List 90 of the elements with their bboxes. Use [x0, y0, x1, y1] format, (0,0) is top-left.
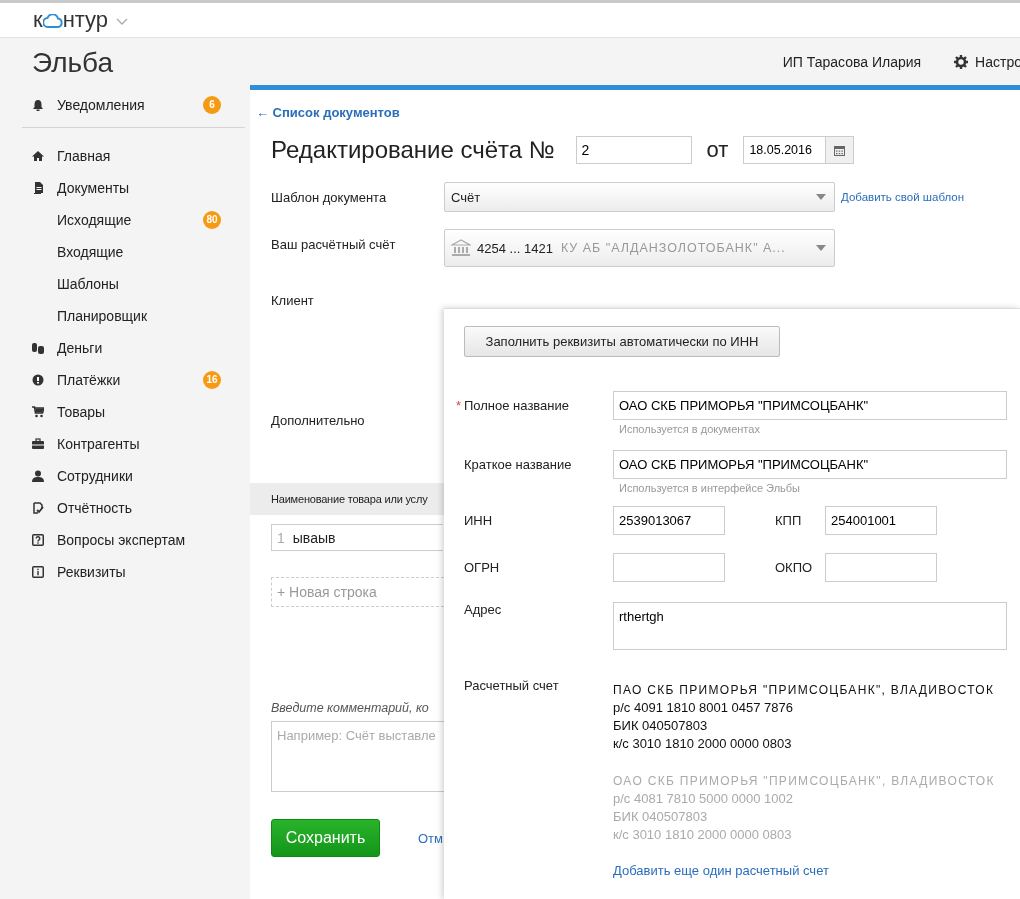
user-link[interactable]: ИП Тарасова Илария [782, 53, 922, 70]
account-detail: к/с 3010 1810 2000 0000 0803 [613, 826, 793, 844]
app-title: Эльба [32, 46, 115, 79]
autofill-button[interactable]: Заполнить реквизиты автоматически по ИНН [464, 326, 780, 357]
chevron-down-icon [116, 17, 129, 26]
nav-item[interactable]: Деньги [22, 332, 245, 364]
text-field[interactable]: 2539013067 [613, 506, 725, 535]
page-heading: Редактирование счёта № [271, 136, 555, 164]
bank-name: ПАО СКБ ПРИМОРЬЯ "ПРИМСОЦБАНК", ВЛАДИВОСТОК [613, 682, 996, 699]
nav-item[interactable]: Главная [22, 140, 245, 172]
bank-account[interactable]: ПАО СКБ ПРИМОРЬЯ "ПРИМСОЦБАНК", ВЛАДИВОСТОК р/с 4091 1810 8001 0457 7876 БИК 040507803 к/с 3010 1810 2000 0000 0803 [613, 681, 1018, 753]
cancel-link[interactable]: Отм [418, 830, 443, 846]
cart-icon [32, 406, 44, 418]
form-label: Шаблон документа [271, 189, 388, 205]
account-number: 4254 ... 1421 [477, 240, 553, 256]
text-field[interactable]: ОАО СКБ ПРИМОРЬЯ "ПРИМСОЦБАНК" [613, 391, 1007, 420]
calendar-icon [834, 144, 846, 156]
text-field[interactable] [613, 553, 725, 582]
date-label: от [706, 137, 729, 163]
account-detail: к/с 3010 1810 2000 0000 0803 [613, 735, 793, 753]
briefcase-icon [32, 438, 44, 450]
account-detail: БИК 040507803 [613, 808, 709, 826]
field-label: ИНН [464, 513, 494, 528]
text-field[interactable]: ОАО СКБ ПРИМОРЬЯ "ПРИМСОЦБАНК" [613, 450, 1007, 479]
template-select[interactable]: Счёт [444, 182, 835, 212]
nav-item[interactable]: Шаблоны [22, 268, 245, 300]
add-template-link[interactable]: Добавить свой шаблон [841, 191, 965, 203]
nav-item[interactable]: Отчётность [22, 492, 245, 524]
exclamation-circle-icon [32, 374, 44, 386]
caret-icon [816, 194, 826, 200]
field-label: Адрес [464, 602, 503, 619]
count-badge: 6 [203, 96, 221, 114]
column-header: Наименование товара или услу [271, 493, 428, 505]
account-select[interactable]: 4254 ... 1421 КУ АБ "АЛДАНЗОЛОТОБАНК" А... [444, 229, 835, 267]
nav-item[interactable]: Входящие [22, 236, 245, 268]
checked-document-icon [32, 502, 44, 514]
address-field[interactable]: rthertgh [613, 602, 1007, 650]
person-icon [32, 470, 44, 482]
field-label: Краткое название [464, 457, 572, 472]
nav-item[interactable]: Документы [22, 172, 245, 204]
text-field[interactable]: 254001001 [825, 506, 937, 535]
logo-text: к [33, 8, 43, 32]
field-label: Расчетный счет [464, 678, 560, 695]
row-number: 1 [277, 529, 285, 546]
add-account-link[interactable]: Добавить еще один расчетный счет [613, 863, 1018, 878]
nav-item[interactable]: Платёжки 16 [22, 364, 245, 396]
number-field[interactable]: 2 [575, 136, 692, 164]
account-detail: р/с 4091 1810 8001 0457 7876 [613, 699, 794, 717]
nav-item[interactable]: Уведомления 6 [22, 89, 245, 121]
field-hint: Используется в интерфейсе Эльбы [619, 482, 802, 494]
date-field[interactable]: 18.05.2016 [743, 136, 826, 164]
comment-label: Введите комментарий, ко [271, 701, 429, 715]
item-row-field[interactable]: 1 ываыв [271, 524, 443, 551]
count-badge: 16 [203, 371, 221, 389]
count-badge: 80 [203, 211, 221, 229]
bank-icon [451, 239, 471, 257]
account-detail: БИК 040507803 [613, 717, 709, 735]
info-icon [32, 566, 44, 578]
nav-item[interactable]: Вопросы экспертам [22, 524, 245, 556]
nav-item[interactable]: Исходящие 80 [22, 204, 245, 236]
account-detail: р/с 4081 7810 5000 0000 1002 [613, 790, 794, 808]
question-icon [32, 534, 44, 546]
documents-icon [32, 182, 44, 194]
cloud-icon [42, 14, 63, 28]
gear-icon [954, 54, 969, 69]
caret-icon [816, 245, 826, 251]
text-field[interactable] [825, 553, 937, 582]
field-hint: Используется в документах [619, 423, 761, 435]
comment-field[interactable]: Например: Счёт выставле [271, 721, 444, 792]
calendar-button[interactable] [825, 136, 855, 164]
back-link[interactable]: ← Список документов [256, 105, 1020, 120]
nav-item[interactable]: Реквизиты [22, 556, 245, 588]
bell-icon [32, 99, 44, 111]
form-label: Ваш расчётный счёт [271, 236, 397, 252]
field-label: КПП [775, 513, 803, 528]
logo-text: нтур [62, 8, 109, 32]
required-mark: * [456, 398, 462, 413]
nav-item[interactable]: Сотрудники [22, 460, 245, 492]
form-label: Дополнительно [271, 413, 366, 428]
field-label: ОКПО [775, 560, 814, 575]
nav-item[interactable]: Планировщик [22, 300, 245, 332]
nav-item[interactable]: Товары [22, 396, 245, 428]
field-label: Полное название [464, 398, 569, 413]
form-label: Клиент [271, 293, 315, 308]
field-label: ОГРН [464, 560, 501, 575]
nav-item[interactable]: Контрагенты [22, 428, 245, 460]
coins-icon [32, 342, 44, 354]
home-icon [32, 150, 44, 162]
bank-name: КУ АБ "АЛДАНЗОЛОТОБАНК" А... [560, 241, 786, 255]
bank-name: ОАО СКБ ПРИМОРЬЯ "ПРИМСОЦБАНК", ВЛАДИВОСТОК [613, 773, 996, 790]
